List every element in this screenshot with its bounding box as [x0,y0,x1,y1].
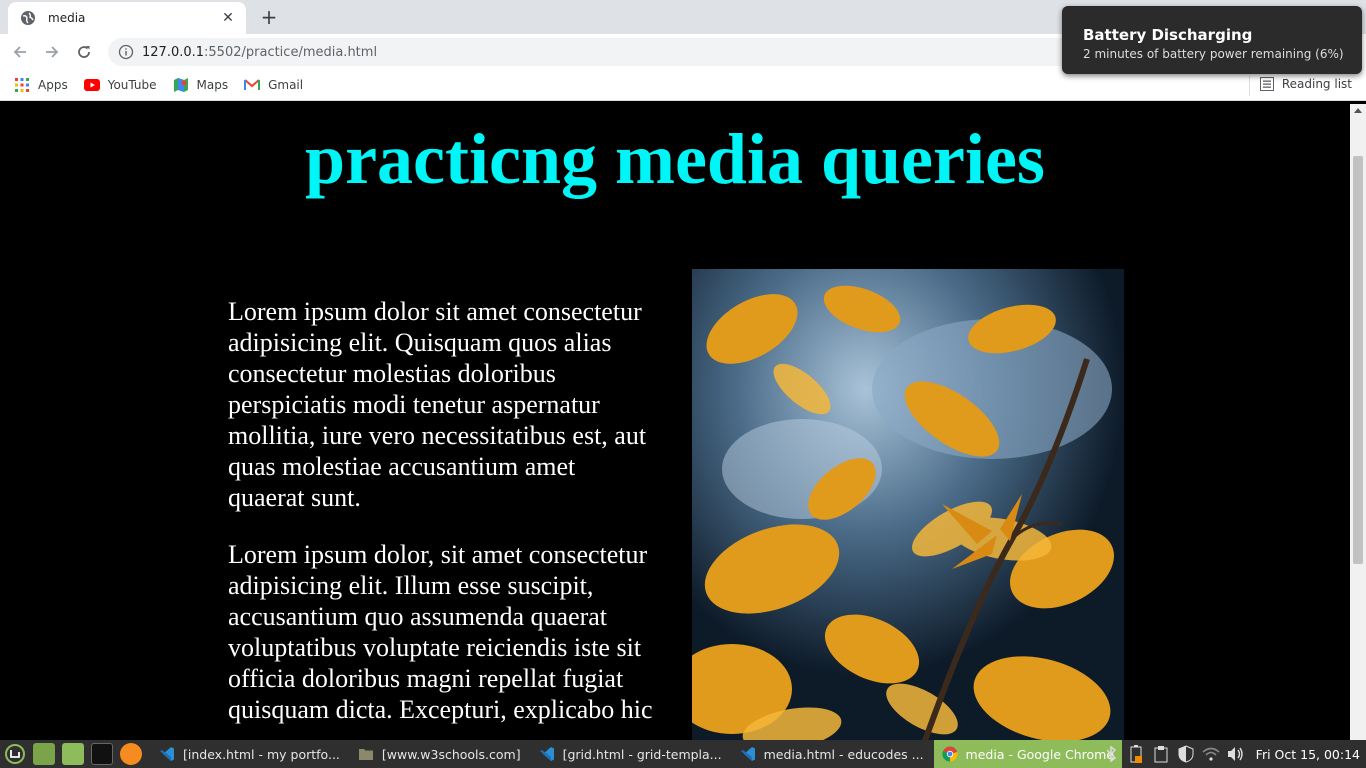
battery-notification[interactable]: Battery Discharging 2 minutes of battery… [1062,6,1362,74]
firefox-icon[interactable] [120,743,142,765]
autumn-leaves-image [692,269,1124,740]
bookmark-maps[interactable]: Maps [173,77,229,93]
page-content: practicng media queries Lorem ipsum dolo… [0,104,1350,740]
back-arrow-icon[interactable] [8,40,32,64]
scroll-up-arrow-icon[interactable] [1354,108,1362,113]
url-host: 127.0.0.1 [142,44,205,60]
notification-body: 2 minutes of battery power remaining (6%… [1083,47,1344,61]
task-vscode-media[interactable]: media.html - educodes ... [732,740,932,768]
bookmarks-bar: Apps YouTube Maps Gmail Reading list [0,70,1366,101]
url-text: 127.0.0.1:5502/practice/media.html [142,45,377,60]
task-label: [www.w3schools.com] [381,746,521,762]
page-scrollbar[interactable] [1350,104,1366,740]
bookmark-label: Gmail [268,78,304,92]
paragraph: Lorem ipsum dolor sit amet consectetur a… [228,297,647,512]
vscode-icon [740,747,755,761]
bookmarks-divider [1249,76,1250,96]
bookmark-gmail[interactable]: Gmail [244,77,303,93]
terminal-icon[interactable] [91,743,113,765]
task-label: [grid.html - grid-templa... [562,746,722,762]
files-icon[interactable] [62,743,84,765]
notification-title: Battery Discharging [1083,26,1253,44]
text-column: Lorem ipsum dolor sit amet consectetur a… [228,296,658,740]
launcher-group [4,743,149,765]
battery-warning-icon[interactable] [1127,745,1145,763]
vscode-icon [539,747,554,761]
site-info-icon[interactable] [118,44,134,60]
system-tray: Fri Oct 15, 00:14 [1102,740,1366,768]
youtube-icon [83,77,100,93]
folder-icon [358,749,373,760]
reading-list-icon [1259,77,1274,91]
task-label: media.html - educodes ... [763,746,924,762]
bookmark-label: Apps [38,78,68,92]
clipboard-icon[interactable] [1152,745,1170,763]
globe-icon [20,10,36,26]
bookmark-label: YouTube [107,78,157,92]
reading-list-button[interactable]: Reading list [1259,77,1352,91]
new-tab-button[interactable]: + [257,6,281,30]
vscode-icon [160,747,174,761]
clock[interactable]: Fri Oct 15, 00:14 [1256,747,1360,762]
tab-close-icon[interactable]: ✕ [220,10,236,26]
task-label: [index.html - my portfo... [183,746,340,762]
page-heading: practicng media queries [305,119,1045,199]
maps-icon [173,77,189,93]
chrome-icon [941,746,958,762]
task-vscode-grid[interactable]: [grid.html - grid-templa... [531,740,730,768]
task-vscode-index[interactable]: [index.html - my portfo... [151,740,348,768]
task-w3schools-folder[interactable]: [www.w3schools.com] [350,740,529,768]
paragraph: Lorem ipsum dolor, sit amet consectetur … [228,540,653,724]
url-path: :5502/practice/media.html [204,44,378,60]
volume-icon[interactable] [1227,745,1245,763]
bookmark-youtube[interactable]: YouTube [83,77,157,93]
gmail-icon [244,77,261,93]
mint-menu-icon[interactable] [4,743,26,765]
tab-title: media [48,11,86,25]
reading-list-label: Reading list [1281,77,1352,91]
shield-icon[interactable] [1177,745,1195,763]
bookmark-label: Maps [196,78,229,92]
desktop-icon[interactable] [33,743,55,765]
reload-icon[interactable] [72,40,96,64]
bookmark-apps[interactable]: Apps [14,77,68,93]
apps-grid-icon [14,77,30,93]
forward-arrow-icon[interactable] [40,40,64,64]
task-label: media - Google Chrome [965,746,1115,762]
bluetooth-icon[interactable] [1102,745,1120,763]
taskbar: [index.html - my portfo... [www.w3school… [0,740,1366,768]
scrollbar-thumb[interactable] [1353,156,1363,564]
task-chrome-media[interactable]: media - Google Chrome [933,740,1123,768]
tab-media[interactable]: media ✕ [8,2,246,34]
wifi-icon[interactable] [1202,745,1220,763]
